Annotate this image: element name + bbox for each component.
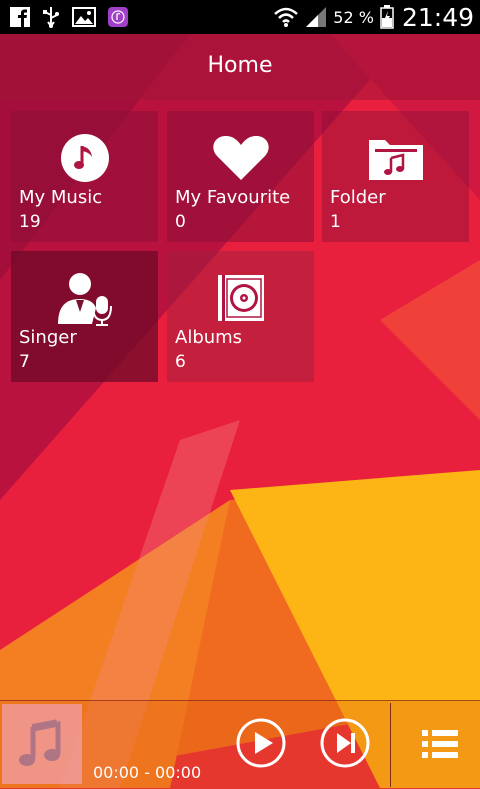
- page-title: Home: [207, 53, 273, 78]
- facebook-icon: [10, 7, 30, 27]
- tile-count: 6: [175, 352, 186, 372]
- tile-my-music[interactable]: My Music 19: [11, 111, 158, 242]
- tile-albums[interactable]: Albums 6: [167, 251, 314, 382]
- next-button[interactable]: [320, 718, 370, 768]
- music-note-icon: [60, 134, 109, 182]
- tile-count: 19: [19, 212, 41, 232]
- playlist-icon: [422, 730, 458, 758]
- usb-icon: [43, 7, 59, 28]
- tile-singer[interactable]: Singer 7: [11, 251, 158, 382]
- image-icon: [72, 7, 96, 27]
- tile-my-favourite[interactable]: My Favourite 0: [167, 111, 314, 242]
- next-icon: [320, 718, 370, 768]
- play-icon: [236, 718, 286, 768]
- status-bar: 52 % 21:49: [0, 0, 480, 34]
- play-button[interactable]: [236, 718, 286, 768]
- playlist-button[interactable]: [420, 726, 460, 762]
- tile-label: My Favourite: [175, 187, 291, 208]
- tile-label: My Music: [19, 187, 103, 208]
- album-icon: [217, 275, 264, 321]
- tile-count: 0: [175, 212, 186, 232]
- player-bar: 00:00 - 00:00: [0, 700, 480, 789]
- app-header: Home: [0, 34, 480, 100]
- album-art-placeholder-icon: [19, 719, 61, 766]
- tile-label: Folder: [330, 187, 386, 208]
- heart-icon: [212, 135, 269, 180]
- tile-label: Albums: [175, 327, 243, 348]
- music-app-icon: [108, 7, 128, 27]
- signal-icon: [306, 7, 327, 27]
- clock: 21:49: [401, 2, 474, 32]
- tile-count: 1: [330, 212, 341, 232]
- tile-count: 7: [19, 352, 30, 372]
- tile-folder[interactable]: Folder 1: [322, 111, 469, 242]
- divider: [390, 703, 391, 787]
- tile-label: Singer: [19, 327, 77, 348]
- playback-time: 00:00 - 00:00: [93, 763, 202, 782]
- wifi-icon: [274, 7, 299, 27]
- album-art[interactable]: [2, 704, 82, 784]
- music-folder-icon: [368, 140, 423, 180]
- battery-icon: [380, 5, 394, 29]
- singer-icon: [57, 273, 112, 326]
- battery-percent: 52 %: [333, 7, 374, 27]
